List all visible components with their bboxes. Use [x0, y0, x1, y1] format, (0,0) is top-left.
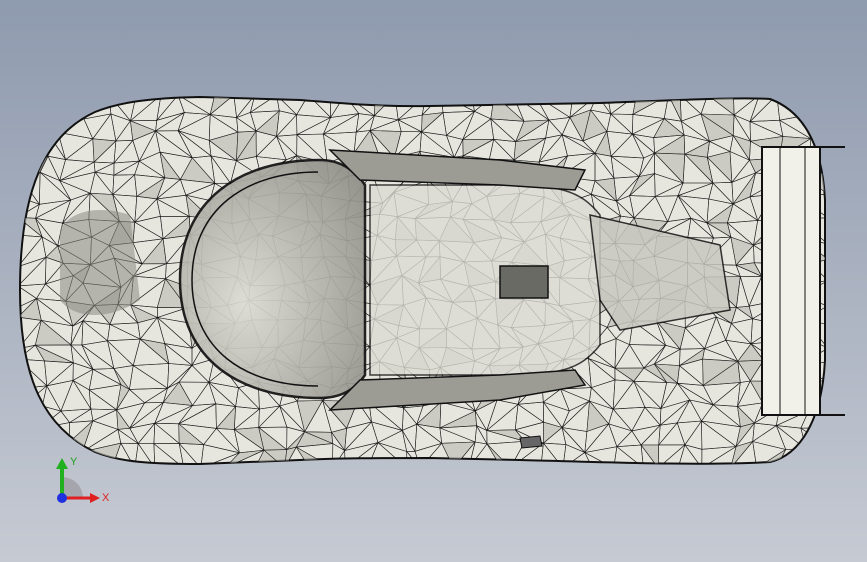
- mesh-triangle: [40, 112, 67, 133]
- mesh-triangle: [804, 97, 825, 116]
- x-axis-arrowhead: [90, 493, 100, 503]
- mesh-triangle: [66, 97, 84, 115]
- engine-cover: [369, 184, 601, 376]
- mesh-triangle: [20, 133, 49, 157]
- lower-side-vent: [519, 435, 543, 449]
- engine-vent: [499, 265, 549, 299]
- mesh-triangle: [20, 427, 40, 446]
- mesh-triangle: [40, 112, 59, 134]
- mesh-triangle: [20, 409, 41, 431]
- mesh-triangle: [20, 405, 43, 429]
- mesh-triangle: [800, 448, 825, 464]
- mesh-triangle: [20, 139, 49, 164]
- mesh-triangle: [20, 429, 37, 450]
- mesh-triangle: [40, 97, 67, 115]
- mesh-triangle: [20, 112, 42, 141]
- car-mesh-model[interactable]: [0, 0, 867, 562]
- 3d-viewport[interactable]: Y X: [0, 0, 867, 562]
- rear-wing: [761, 146, 821, 416]
- z-axis-dot: [57, 493, 67, 503]
- y-axis-label: Y: [70, 456, 78, 468]
- x-axis-label: X: [102, 492, 110, 504]
- mesh-triangle: [810, 110, 825, 139]
- mesh-triangle: [800, 427, 825, 450]
- mesh-triangle: [441, 97, 475, 113]
- y-axis-arrowhead: [56, 458, 68, 469]
- mesh-triangle: [20, 97, 43, 123]
- mesh-triangle: [65, 97, 85, 120]
- mesh-triangle: [20, 111, 49, 141]
- orientation-triad[interactable]: Y X: [40, 455, 120, 515]
- mesh-triangle: [20, 97, 43, 122]
- mesh-triangle: [798, 97, 825, 116]
- mesh-triangle: [20, 384, 48, 411]
- mesh-triangle: [40, 97, 68, 115]
- mesh-triangle: [776, 97, 807, 121]
- mesh-triangle: [805, 445, 825, 464]
- front-nose-shade: [60, 210, 140, 315]
